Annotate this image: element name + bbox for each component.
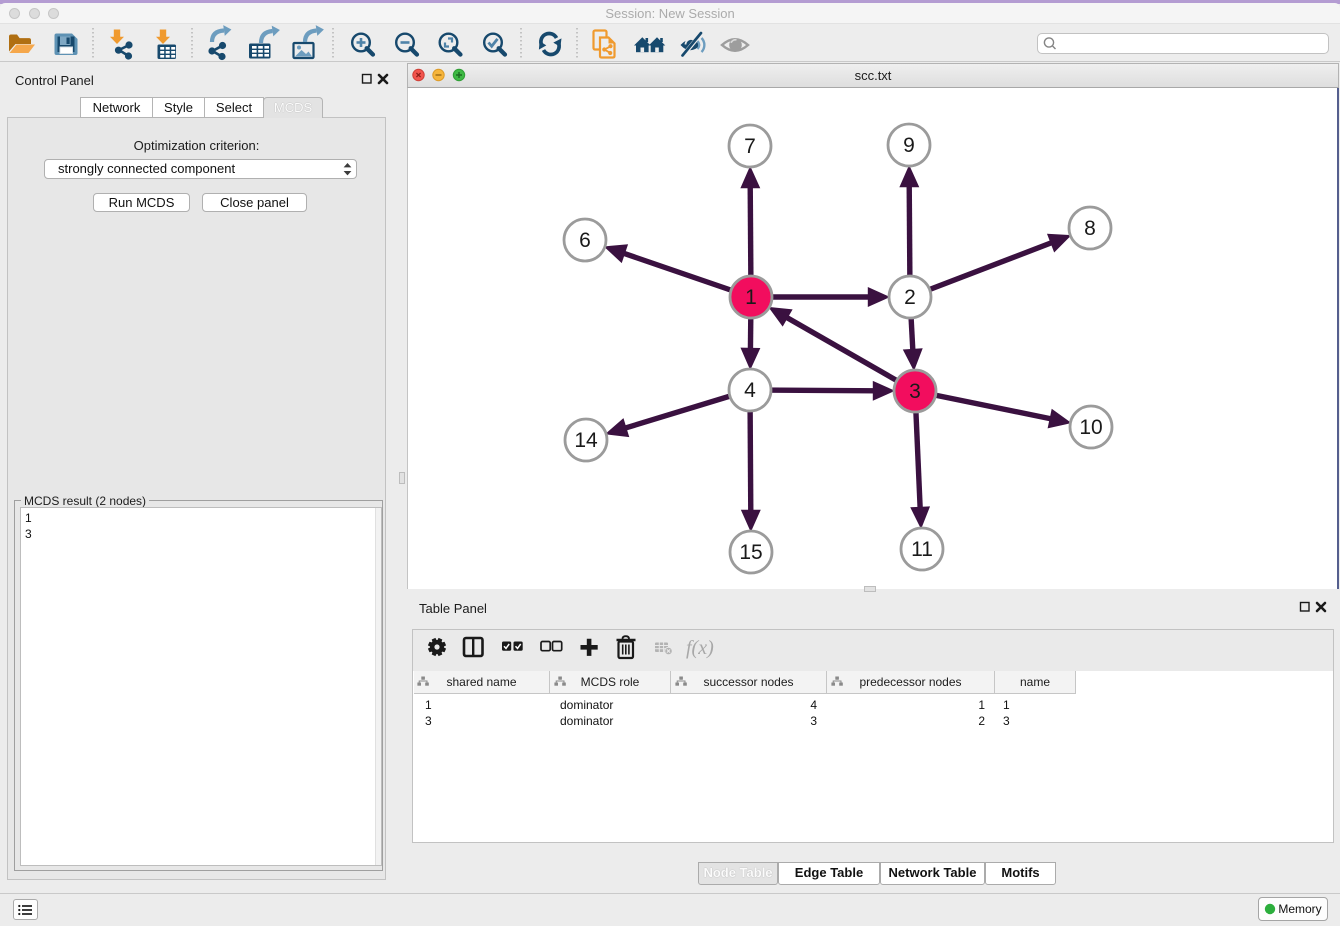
svg-text:10: 10: [1079, 416, 1102, 439]
svg-text:9: 9: [903, 134, 915, 157]
svg-text:14: 14: [574, 429, 598, 452]
svg-text:6: 6: [579, 229, 591, 252]
svg-text:4: 4: [744, 379, 756, 402]
svg-text:3: 3: [909, 380, 921, 403]
svg-text:15: 15: [739, 541, 762, 564]
svg-text:2: 2: [904, 286, 916, 309]
svg-text:7: 7: [744, 135, 756, 158]
svg-text:1: 1: [745, 286, 757, 309]
svg-text:11: 11: [911, 538, 933, 561]
svg-text:f(x): f(x): [686, 637, 714, 659]
svg-text:8: 8: [1084, 217, 1096, 240]
